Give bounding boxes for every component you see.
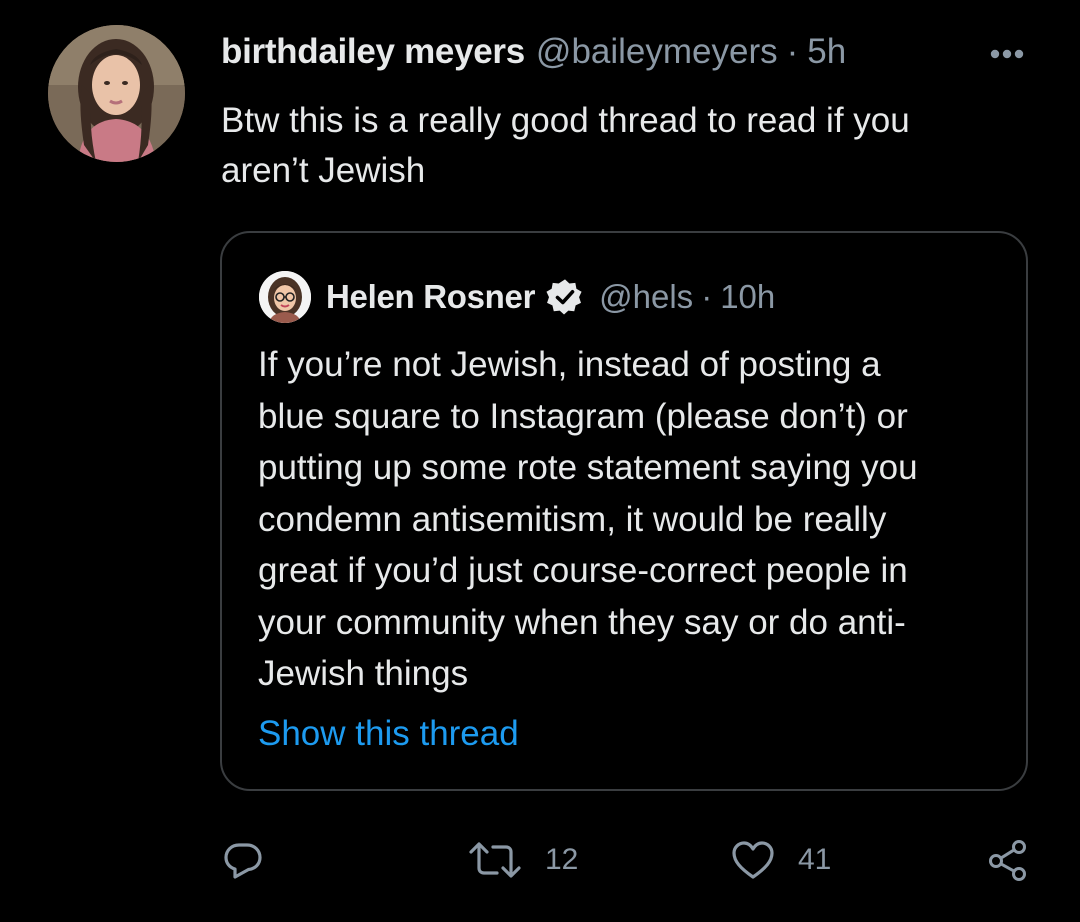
heart-icon (732, 841, 774, 879)
tweet[interactable]: birthdailey meyers @baileymeyers · 5h Bt… (0, 0, 1080, 922)
quote-separator-dot: · (701, 278, 713, 315)
like-count: 41 (798, 843, 832, 876)
like-button[interactable]: 41 (730, 830, 831, 890)
more-options-button[interactable] (978, 38, 1034, 70)
share-button[interactable] (985, 830, 1031, 890)
retweet-button[interactable]: 12 (467, 830, 578, 890)
avatar[interactable] (48, 25, 185, 162)
verified-badge-icon (545, 277, 585, 317)
tweet-header: birthdailey meyers @baileymeyers · 5h (221, 28, 846, 76)
quoted-tweet[interactable]: Helen Rosner @hels · 10h If you’re not J… (220, 231, 1028, 791)
reply-button[interactable] (221, 830, 265, 890)
more-horizontal-icon (990, 49, 1024, 59)
quote-avatar[interactable] (259, 271, 311, 323)
profile-photo (48, 25, 185, 162)
retweet-icon (469, 842, 521, 878)
action-bar: 12 41 (0, 830, 1080, 890)
separator-dot: · (786, 32, 799, 71)
quote-display-name[interactable]: Helen Rosner (326, 275, 535, 319)
reply-icon (224, 843, 262, 879)
quote-avatar-illustration (259, 271, 311, 323)
quote-header: Helen Rosner @hels · 10h (326, 275, 775, 319)
quote-text: If you’re not Jewish, instead of posting… (258, 345, 918, 693)
display-name[interactable]: birthdailey meyers (221, 28, 525, 76)
share-icon (989, 840, 1026, 881)
retweet-count: 12 (545, 843, 579, 876)
timestamp[interactable]: 5h (807, 28, 846, 76)
handle[interactable]: @baileymeyers (536, 28, 778, 76)
quote-handle[interactable]: @hels (599, 275, 693, 319)
quote-timestamp[interactable]: 10h (720, 275, 775, 319)
tweet-text: Btw this is a really good thread to read… (221, 101, 910, 190)
show-thread-link[interactable]: Show this thread (258, 709, 519, 759)
